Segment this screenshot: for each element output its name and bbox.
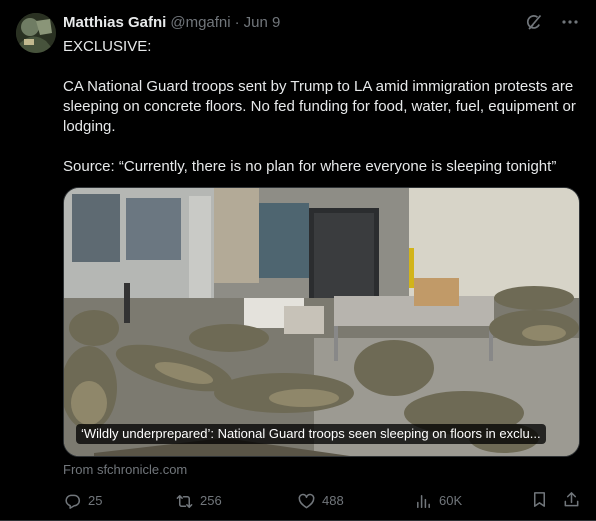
reply-icon	[65, 494, 80, 509]
tweet[interactable]: Matthias Gafni @mgafni · Jun 9 EXCLUSIVE…	[0, 0, 596, 521]
link-card[interactable]: ‘Wildly underprepared’: National Guard t…	[63, 187, 580, 457]
author-handle[interactable]: @mgafni	[170, 13, 230, 33]
repost-count: 256	[200, 493, 222, 508]
tweet-line-exclusive: EXCLUSIVE:	[63, 38, 152, 55]
views-icon	[417, 494, 430, 508]
avatar[interactable]	[16, 13, 56, 53]
card-source[interactable]: From sfchronicle.com	[63, 461, 187, 479]
post-date[interactable]: Jun 9	[244, 13, 281, 33]
reply-count: 25	[88, 493, 103, 508]
separator-dot: ·	[234, 14, 240, 31]
card-caption[interactable]: ‘Wildly underprepared’: National Guard t…	[76, 424, 546, 444]
more-icon[interactable]	[560, 12, 580, 32]
repost-icon	[176, 494, 193, 508]
like-button[interactable]: 488	[297, 490, 344, 512]
action-bar: 25 256 488 60K	[63, 490, 580, 512]
tweet-paragraph-main: CA National Guard troops sent by Trump t…	[63, 78, 576, 135]
share-button[interactable]	[562, 490, 581, 509]
bookmark-button[interactable]	[530, 490, 549, 509]
author-name[interactable]: Matthias Gafni	[63, 13, 166, 33]
tweet-paragraph-source: Source: “Currently, there is no plan for…	[63, 158, 557, 175]
header-icons	[524, 12, 580, 32]
repost-button[interactable]: 256	[175, 490, 222, 512]
bookmark-icon	[533, 492, 546, 507]
grok-icon[interactable]	[524, 12, 544, 32]
tweet-header: Matthias Gafni @mgafni · Jun 9	[63, 13, 280, 33]
views-button[interactable]: 60K	[414, 490, 462, 512]
views-count: 60K	[439, 493, 463, 508]
reply-button[interactable]: 25	[63, 490, 102, 512]
card-photo	[64, 188, 579, 456]
tweet-text: EXCLUSIVE: CA National Guard troops sent…	[63, 37, 579, 177]
share-icon	[564, 492, 579, 507]
like-count: 488	[322, 493, 344, 508]
heart-icon	[298, 493, 315, 508]
